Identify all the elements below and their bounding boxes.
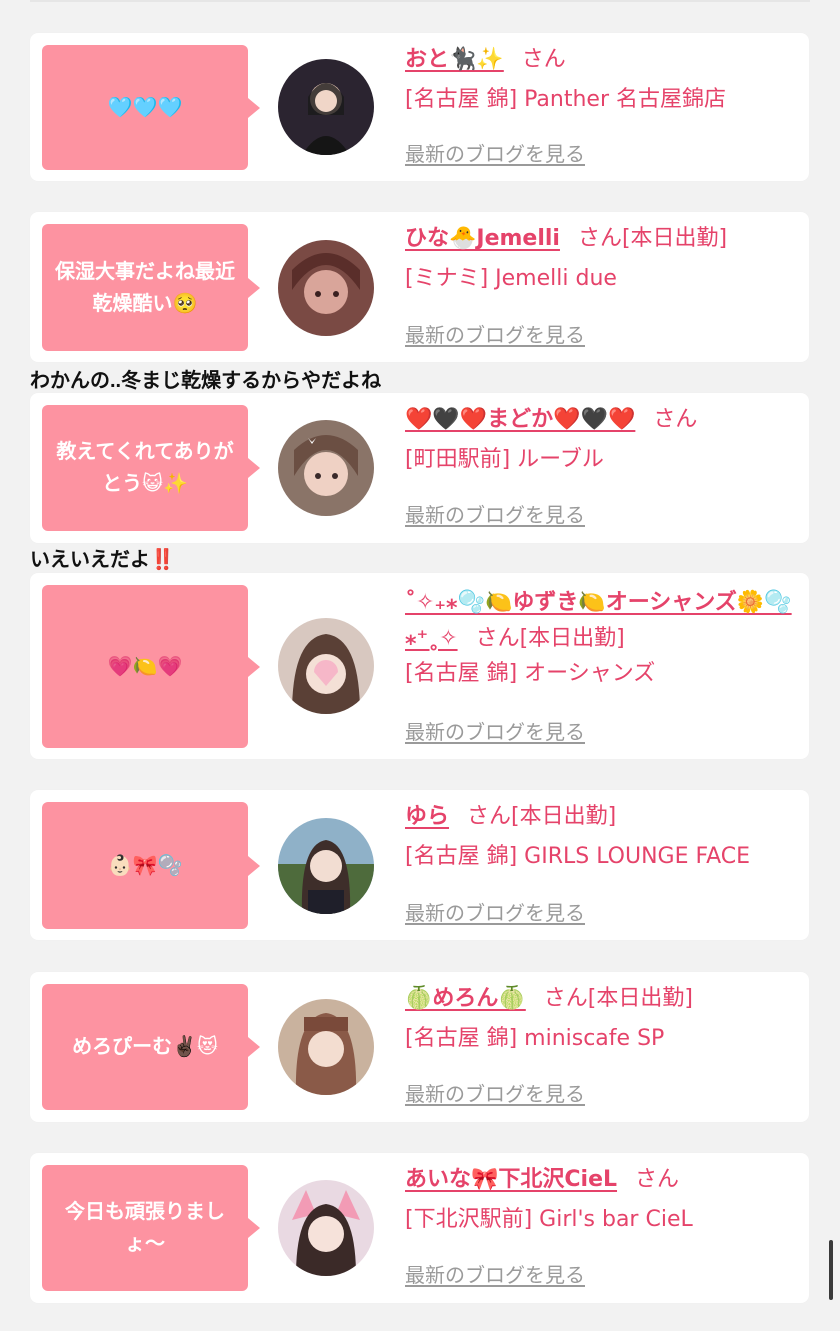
avatar[interactable] — [278, 818, 374, 914]
shop-name: [下北沢駅前] Girl's bar CieL — [405, 1207, 693, 1232]
latest-blog-link[interactable]: 最新のブログを見る — [405, 499, 585, 528]
message-card: 保湿大事だよね最近乾燥酷い🥺 ひな🐣Jemelli さん[本日出勤] [ミナミ] … — [30, 212, 809, 362]
avatar[interactable] — [278, 59, 374, 155]
shop-name: [ミナミ] Jemelli due — [405, 266, 617, 291]
message-card: 🩵🩵🩵 おと🐈‍⬛✨ さん [名古屋 錦] Panther 名古屋錦店 最新のブロ… — [30, 33, 809, 181]
honorific: さん[本日出勤] — [475, 626, 625, 651]
honorific: さん — [521, 47, 566, 72]
shop-name: [町田駅前] ルーブル — [405, 447, 604, 472]
member-name-link[interactable]: ひな🐣Jemelli — [405, 226, 560, 251]
honorific: さん — [653, 407, 698, 432]
member-info: ゆら さん[本日出勤] [名古屋 錦] GIRLS LOUNGE FACE — [405, 802, 799, 872]
message-bubble: めろぴーむ✌🏿😻 — [42, 984, 260, 1110]
message-bubble: 教えてくれてありがとう😺✨ — [42, 405, 260, 531]
reply-comment: わかんの..冬まじ乾燥するからやだよね — [30, 370, 382, 392]
member-name-link[interactable]: 🍈めろん🍈 — [405, 986, 526, 1011]
member-info: おと🐈‍⬛✨ さん [名古屋 錦] Panther 名古屋錦店 — [405, 45, 799, 115]
honorific: さん[本日出勤] — [577, 226, 728, 251]
message-bubble: 💗🍋💗 — [42, 585, 260, 748]
shop-name: [名古屋 錦] GIRLS LOUNGE FACE — [405, 844, 751, 869]
message-bubble: 今日も頑張りましょ〜 — [42, 1165, 260, 1291]
avatar[interactable] — [278, 618, 374, 714]
latest-blog-link[interactable]: 最新のブログを見る — [405, 897, 585, 926]
message-card: 今日も頑張りましょ〜 あいな🎀下北沢CieL さん [下北沢駅前] Girl's … — [30, 1153, 809, 1303]
avatar[interactable] — [278, 1180, 374, 1276]
avatar[interactable] — [278, 240, 374, 336]
latest-blog-link[interactable]: 最新のブログを見る — [405, 319, 585, 348]
message-card: 💗🍋💗 ˚✧₊⁎🫧🍋ゆずき🍋オーシャンズ🌼🫧⁎⁺˳✧ さん[本日出勤] [名古屋 … — [30, 573, 809, 759]
honorific: さん[本日出勤] — [467, 804, 617, 829]
message-card: 👶🏻🎀🫧 ゆら さん[本日出勤] [名古屋 錦] GIRLS LOUNGE FAC… — [30, 790, 809, 940]
member-name-link[interactable]: あいな🎀下北沢CieL — [405, 1167, 617, 1192]
latest-blog-link[interactable]: 最新のブログを見る — [405, 1259, 585, 1288]
member-info: ❤️🖤❤️まどか❤️🖤❤️ さん [町田駅前] ルーブル — [405, 405, 799, 475]
avatar[interactable] — [278, 999, 374, 1095]
message-card: 教えてくれてありがとう😺✨ ❤️🖤❤️まどか❤️🖤❤️ さん [町田駅前] ルーブ… — [30, 393, 809, 543]
message-bubble: 👶🏻🎀🫧 — [42, 802, 260, 929]
message-card: めろぴーむ✌🏿😻 🍈めろん🍈 さん[本日出勤] [名古屋 錦] miniscafe… — [30, 972, 809, 1122]
latest-blog-link[interactable]: 最新のブログを見る — [405, 1078, 585, 1107]
member-info: あいな🎀下北沢CieL さん [下北沢駅前] Girl's bar CieL — [405, 1165, 799, 1235]
shop-name: [名古屋 錦] オーシャンズ — [405, 661, 656, 686]
member-info: ひな🐣Jemelli さん[本日出勤] [ミナミ] Jemelli due — [405, 224, 799, 294]
member-name-link[interactable]: ゆら — [405, 804, 449, 829]
member-info: ˚✧₊⁎🫧🍋ゆずき🍋オーシャンズ🌼🫧⁎⁺˳✧ さん[本日出勤] [名古屋 錦] オ… — [405, 585, 799, 689]
reply-comment: いえいえだよ‼️ — [30, 549, 175, 571]
scrollbar[interactable] — [829, 1240, 833, 1300]
member-name-link[interactable]: ❤️🖤❤️まどか❤️🖤❤️ — [405, 407, 635, 432]
latest-blog-link[interactable]: 最新のブログを見る — [405, 138, 585, 167]
latest-blog-link[interactable]: 最新のブログを見る — [405, 716, 585, 745]
message-bubble: 🩵🩵🩵 — [42, 45, 260, 170]
shop-name: [名古屋 錦] miniscafe SP — [405, 1026, 665, 1051]
shop-name: [名古屋 錦] Panther 名古屋錦店 — [405, 87, 726, 112]
honorific: さん — [635, 1167, 680, 1192]
member-name-link[interactable]: おと🐈‍⬛✨ — [405, 47, 504, 72]
honorific: さん[本日出勤] — [543, 986, 693, 1011]
top-divider — [30, 0, 810, 2]
message-bubble: 保湿大事だよね最近乾燥酷い🥺 — [42, 224, 260, 351]
avatar[interactable] — [278, 420, 374, 516]
member-info: 🍈めろん🍈 さん[本日出勤] [名古屋 錦] miniscafe SP — [405, 984, 799, 1054]
